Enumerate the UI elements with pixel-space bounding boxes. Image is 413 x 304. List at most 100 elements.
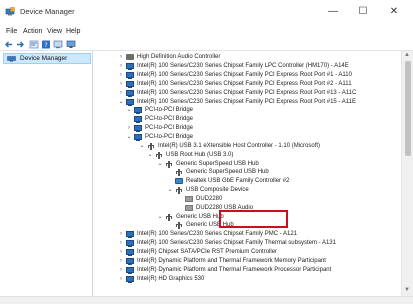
window-title: Device Manager bbox=[20, 7, 75, 16]
menu-view[interactable]: View bbox=[47, 26, 62, 38]
chevron-right-icon[interactable]: › bbox=[118, 275, 124, 283]
tree-node-label: USB Composite Device bbox=[186, 187, 249, 194]
tree-node-label: PCI-to-PCI Bridge bbox=[145, 107, 194, 114]
menu-action[interactable]: Action bbox=[23, 26, 42, 38]
pci-device-icon bbox=[134, 125, 142, 133]
gray-device-icon bbox=[185, 204, 193, 211]
chevron-down-icon[interactable]: ⌄ bbox=[118, 98, 124, 106]
usb-icon bbox=[155, 151, 163, 159]
chevron-right-icon[interactable]: › bbox=[118, 53, 124, 61]
forward-arrow-icon[interactable] bbox=[15, 40, 25, 49]
tree-node-label: PCI-to-PCI Bridge bbox=[145, 125, 194, 132]
chevron-right-icon[interactable]: › bbox=[118, 239, 124, 247]
tree-node-label: Intel(R) Dynamic Platform and Thermal Fr… bbox=[137, 266, 332, 273]
pci-device-icon bbox=[126, 72, 134, 79]
minimize-button[interactable]: — bbox=[318, 3, 348, 21]
chevron-down-icon[interactable]: ⌄ bbox=[126, 106, 132, 114]
highlight-box bbox=[219, 210, 288, 228]
chevron-down-icon[interactable]: ⌄ bbox=[139, 142, 145, 150]
chevron-down-icon[interactable]: ⌄ bbox=[167, 186, 173, 194]
network-adapter-icon bbox=[175, 178, 183, 185]
menu-file[interactable]: File bbox=[6, 26, 17, 38]
pci-device-icon bbox=[134, 116, 142, 124]
tree-node-label: Intel(R) Chipset SATA/PCIe RST Premium C… bbox=[137, 249, 278, 255]
chevron-right-icon[interactable]: › bbox=[118, 230, 124, 238]
usb-icon bbox=[175, 169, 183, 177]
chevron-down-icon[interactable]: ⌄ bbox=[157, 160, 163, 168]
chevron-down-icon[interactable]: ⌄ bbox=[147, 151, 153, 159]
properties-icon[interactable] bbox=[29, 40, 39, 49]
tree-node-label: Intel(R) USB 3.1 eXtensible Host Control… bbox=[158, 142, 321, 149]
tree-node-label: PCI-to-PCI Bridge bbox=[145, 133, 194, 140]
pci-device-icon bbox=[126, 240, 134, 248]
scrollbar-thumb[interactable] bbox=[405, 61, 411, 156]
help-icon[interactable]: ? bbox=[41, 40, 51, 49]
pci-device-icon bbox=[126, 98, 134, 106]
scan-icon[interactable] bbox=[53, 40, 63, 49]
tree-node-label: Generic SuperSpeed USB Hub bbox=[176, 160, 259, 167]
tree-node-label: Generic SuperSpeed USB Hub bbox=[186, 169, 269, 176]
close-button[interactable]: ✕ bbox=[379, 3, 409, 21]
svg-text:?: ? bbox=[44, 41, 47, 49]
tree-node-label: DUD2280 bbox=[196, 195, 223, 202]
title-bar: Device Manager — ☐ ✕ bbox=[0, 0, 413, 25]
tree-node-label: Intel(R) 100 Series/C230 Series Chipset … bbox=[137, 72, 352, 78]
tree-node-label: Intel(R) 100 Series/C230 Series Chipset … bbox=[137, 231, 298, 238]
scroll-up-icon[interactable]: ▲ bbox=[404, 52, 410, 58]
pci-device-icon bbox=[126, 266, 134, 274]
pci-device-icon bbox=[134, 133, 142, 141]
back-arrow-icon[interactable] bbox=[4, 40, 14, 49]
chevron-right-icon[interactable]: › bbox=[118, 71, 124, 79]
chevron-down-icon[interactable]: ⌄ bbox=[157, 213, 163, 221]
tree-node-label: Intel(R) HD Graphics 530 bbox=[137, 275, 205, 282]
tree-node-label: Intel(R) 100 Series/C230 Series Chipset … bbox=[137, 240, 336, 247]
tree-node-label: PCI-to-PCI Bridge bbox=[145, 116, 194, 123]
pci-device-icon bbox=[126, 257, 134, 265]
chevron-right-icon[interactable]: › bbox=[126, 124, 132, 132]
tree-node-label: Intel(R) 100 Series/C230 Series Chipset … bbox=[137, 80, 352, 87]
tree-node-label: Intel(R) 100 Series/C230 Series Chipset … bbox=[137, 98, 356, 105]
pci-device-icon bbox=[126, 89, 134, 97]
storage-controller-icon bbox=[126, 249, 134, 256]
chevron-right-icon[interactable]: › bbox=[118, 266, 124, 274]
display-adapter-icon bbox=[126, 275, 134, 283]
pci-device-icon bbox=[126, 63, 134, 71]
maximize-button[interactable]: ☐ bbox=[348, 3, 378, 21]
toolbar: ? bbox=[0, 38, 413, 51]
audio-controller-icon bbox=[126, 54, 134, 61]
device-manager-icon bbox=[5, 7, 15, 16]
pci-device-icon bbox=[126, 80, 134, 88]
usb-icon bbox=[147, 142, 155, 150]
tree-node-label: High Definition Audio Controller bbox=[137, 54, 221, 61]
usb-icon bbox=[165, 160, 173, 168]
tree-node-label: USB Root Hub (USB 3.0) bbox=[166, 151, 234, 158]
left-pane-device-manager[interactable]: Device Manager bbox=[3, 53, 91, 64]
chevron-right-icon[interactable]: › bbox=[118, 257, 124, 265]
tree-node-label: Realtek USB GbE Family Controller #2 bbox=[186, 178, 290, 185]
pci-device-icon bbox=[126, 231, 134, 239]
device-tree: › High Definition Audio Controller › Intel(… bbox=[94, 51, 400, 296]
gray-device-icon bbox=[185, 195, 193, 202]
status-bar bbox=[0, 296, 413, 304]
chevron-down-icon[interactable]: ⌄ bbox=[126, 133, 132, 141]
menu-help[interactable]: Help bbox=[66, 26, 80, 38]
pci-device-icon bbox=[134, 107, 142, 115]
monitor-icon[interactable] bbox=[66, 40, 76, 49]
chevron-right-icon[interactable]: › bbox=[118, 89, 124, 97]
usb-icon bbox=[175, 222, 183, 230]
vertical-scrollbar[interactable]: ▲ ▼ bbox=[401, 51, 413, 296]
scroll-down-icon[interactable]: ▼ bbox=[404, 287, 410, 293]
chevron-right-icon[interactable]: › bbox=[118, 80, 124, 88]
tree-node-label: Generic USB Hub bbox=[176, 213, 224, 220]
computer-icon bbox=[7, 56, 16, 62]
left-pane: Device Manager bbox=[0, 51, 93, 304]
chevron-right-icon[interactable]: › bbox=[118, 248, 124, 256]
chevron-right-icon[interactable]: › bbox=[118, 62, 124, 70]
usb-icon bbox=[175, 187, 183, 195]
